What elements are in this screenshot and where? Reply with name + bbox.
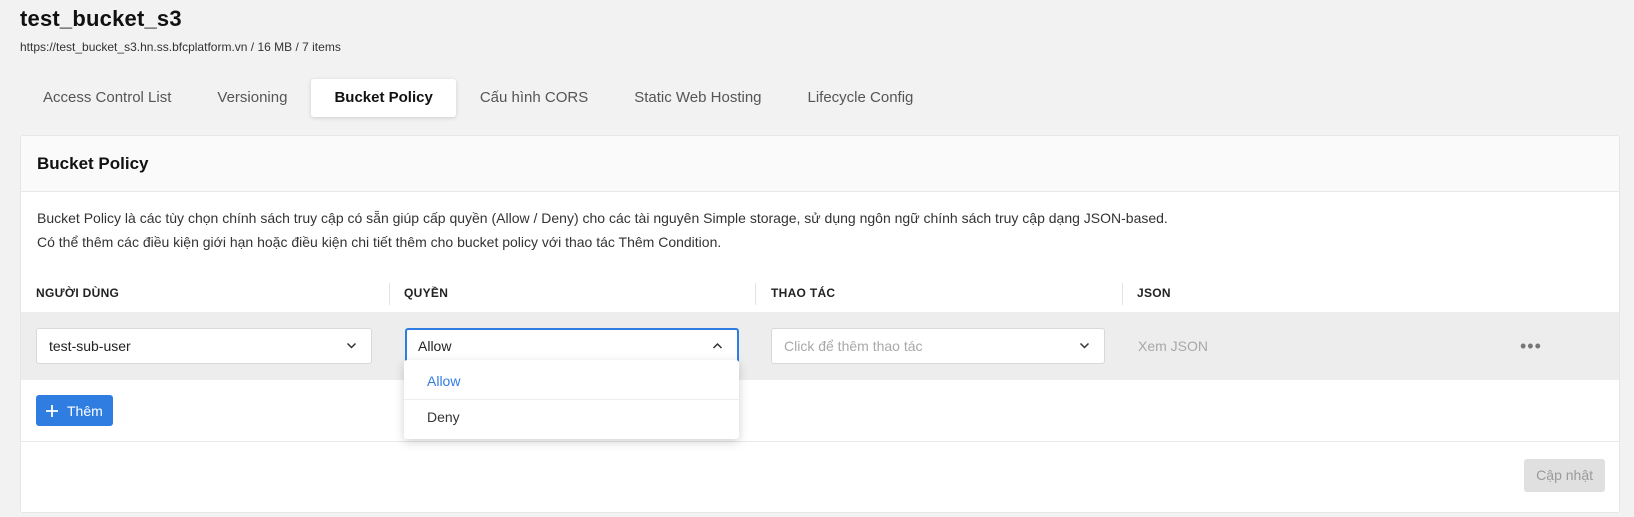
dropdown-option-allow[interactable]: Allow: [404, 364, 739, 399]
column-header-json: JSON: [1137, 286, 1171, 300]
column-header-action: THAO TÁC: [771, 286, 836, 300]
permission-select[interactable]: Allow: [405, 328, 739, 364]
description-line-1: Bucket Policy là các tùy chọn chính sách…: [37, 210, 1168, 226]
dropdown-option-deny[interactable]: Deny: [404, 400, 739, 435]
tab-bar: Access Control List Versioning Bucket Po…: [20, 79, 936, 117]
table-row: test-sub-user Allow Click để thêm thao t…: [21, 312, 1619, 380]
panel-header: Bucket Policy: [21, 136, 1619, 192]
page-title: test_bucket_s3: [20, 6, 182, 31]
add-button[interactable]: Thêm: [36, 395, 113, 426]
tab-versioning[interactable]: Versioning: [194, 79, 310, 117]
user-select-value: test-sub-user: [49, 338, 131, 354]
chevron-down-icon: [346, 329, 357, 376]
tab-access-control-list[interactable]: Access Control List: [20, 79, 194, 117]
view-json-link[interactable]: Xem JSON: [1138, 328, 1208, 364]
tab-static-web-hosting[interactable]: Static Web Hosting: [611, 79, 784, 117]
tab-lifecycle-config[interactable]: Lifecycle Config: [785, 79, 937, 117]
table-header: NGƯỜI DÙNG QUYỀN THAO TÁC JSON: [21, 280, 1619, 306]
chevron-down-icon: [1079, 329, 1090, 376]
plus-icon: [46, 402, 58, 420]
bucket-info: https://test_bucket_s3.hn.ss.bfcplatform…: [20, 40, 341, 54]
panel-footer: Cập nhật: [21, 441, 1619, 514]
tab-bucket-policy[interactable]: Bucket Policy: [311, 79, 456, 117]
column-header-user: NGƯỜI DÙNG: [36, 286, 120, 300]
update-button[interactable]: Cập nhật: [1524, 459, 1605, 492]
description-line-2: Có thể thêm các điều kiện giới hạn hoặc …: [37, 234, 722, 250]
permission-select-value: Allow: [418, 338, 452, 354]
page-header: test_bucket_s3 https://test_bucket_s3.hn…: [20, 6, 341, 54]
add-button-label: Thêm: [67, 402, 103, 419]
action-select-placeholder: Click để thêm thao tác: [784, 338, 923, 354]
permission-dropdown: Allow Deny: [404, 360, 739, 439]
column-header-permission: QUYỀN: [404, 286, 449, 300]
action-select[interactable]: Click để thêm thao tác: [771, 328, 1105, 364]
column-divider: [389, 283, 390, 305]
bucket-policy-panel: Bucket Policy Bucket Policy là các tùy c…: [20, 135, 1620, 513]
more-horizontal-icon[interactable]: •••: [1520, 328, 1542, 364]
panel-description: Bucket Policy là các tùy chọn chính sách…: [21, 206, 1619, 254]
user-select[interactable]: test-sub-user: [36, 328, 372, 364]
column-divider: [1122, 283, 1123, 305]
column-divider: [755, 283, 756, 305]
tab-cors-config[interactable]: Cấu hình CORS: [457, 79, 611, 117]
panel-title: Bucket Policy: [37, 153, 149, 173]
